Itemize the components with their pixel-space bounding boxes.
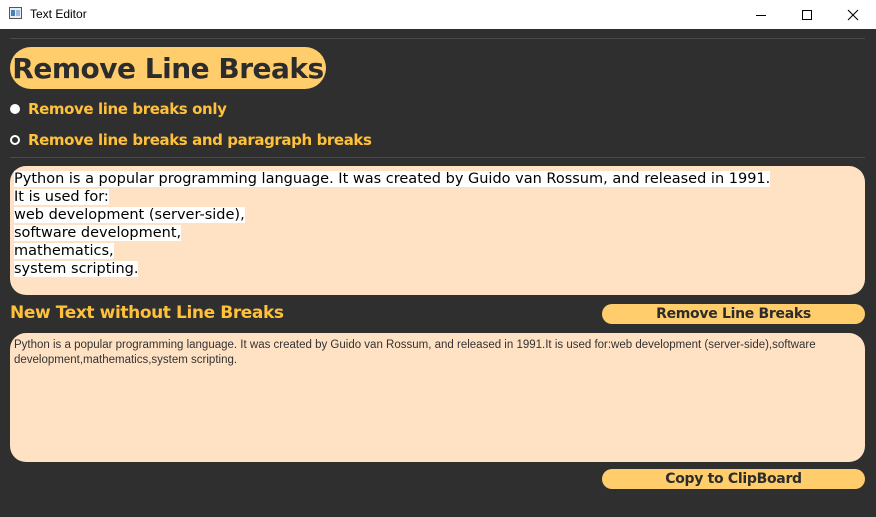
title-bar: Text Editor <box>0 0 876 29</box>
maximize-icon <box>802 9 812 20</box>
input-line: system scripting. <box>14 261 139 277</box>
app-window-icon <box>9 7 22 19</box>
page-title: Remove Line Breaks <box>10 47 326 89</box>
output-text-content[interactable]: Python is a popular programming language… <box>14 338 861 368</box>
input-line: software development, <box>14 225 182 241</box>
output-section-title: New Text without Line Breaks <box>10 303 284 323</box>
input-line: Python is a popular programming language… <box>14 171 771 187</box>
copy-to-clipboard-button[interactable]: Copy to ClipBoard <box>602 469 865 489</box>
input-line: mathematics, <box>14 243 114 259</box>
close-button[interactable] <box>830 0 876 29</box>
input-text-content[interactable]: Python is a popular programming language… <box>14 170 861 278</box>
radio-option-line-and-paragraph-breaks[interactable]: Remove line breaks and paragraph breaks <box>10 131 372 149</box>
input-line: web development (server-side), <box>14 207 245 223</box>
window-title: Text Editor <box>30 7 87 21</box>
output-text-area[interactable]: Python is a popular programming language… <box>10 333 865 462</box>
radio-checked-icon[interactable] <box>10 104 20 114</box>
top-divider <box>10 38 865 39</box>
remove-line-breaks-button[interactable]: Remove Line Breaks <box>602 304 865 324</box>
radio-label[interactable]: Remove line breaks and paragraph breaks <box>28 131 372 149</box>
options-divider <box>10 157 865 158</box>
minimize-icon <box>756 14 766 16</box>
close-icon <box>847 9 859 20</box>
radio-option-line-breaks-only[interactable]: Remove line breaks only <box>10 100 227 118</box>
minimize-button[interactable] <box>738 0 784 29</box>
maximize-button[interactable] <box>784 0 830 29</box>
input-text-area[interactable]: Python is a popular programming language… <box>10 166 865 295</box>
radio-label[interactable]: Remove line breaks only <box>28 100 227 118</box>
input-line: It is used for: <box>14 189 109 205</box>
radio-unchecked-icon[interactable] <box>10 135 20 145</box>
